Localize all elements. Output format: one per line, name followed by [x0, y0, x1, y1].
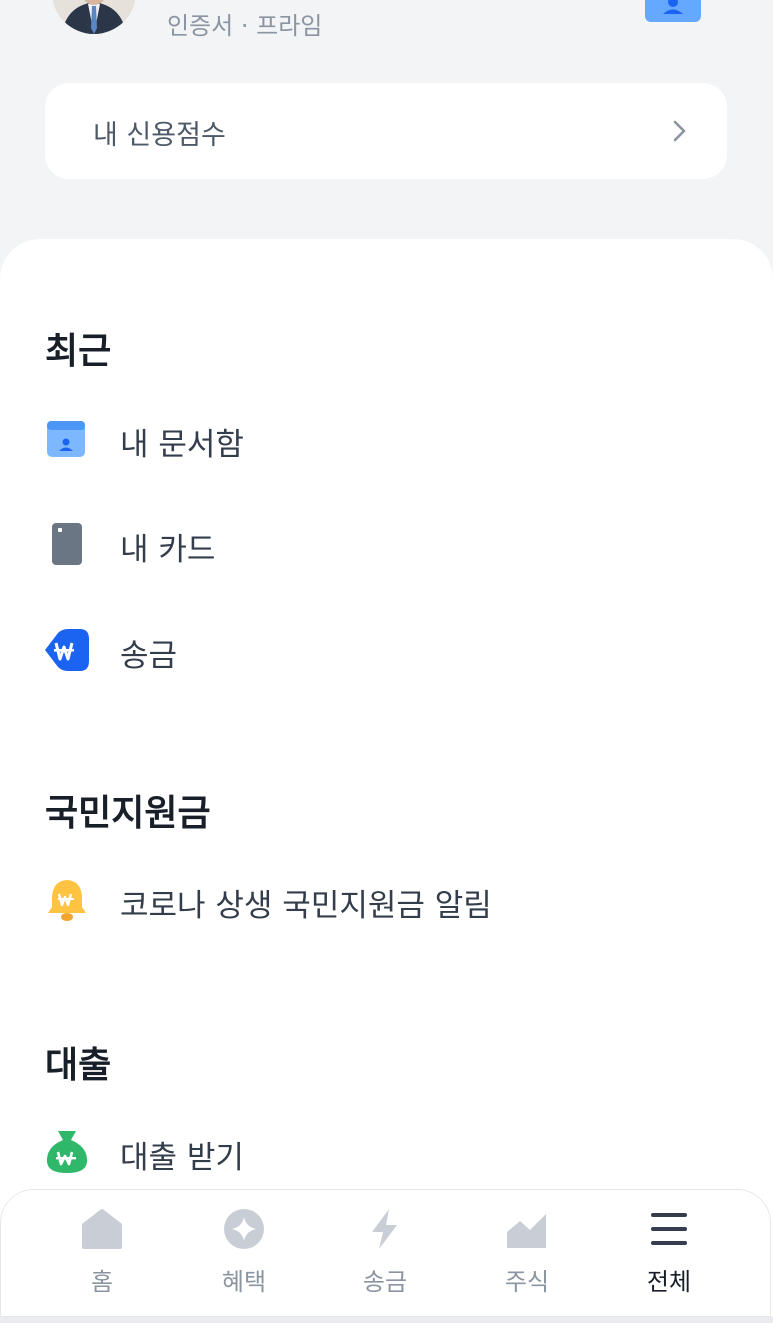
profile-header[interactable]: 인증서 · 프라임 [0, 0, 773, 60]
document-box-icon [47, 421, 85, 457]
avatar [52, 0, 136, 34]
section-title-recent: 최근 [45, 331, 112, 372]
tab-home[interactable]: 홈 [42, 1190, 162, 1310]
tab-stock[interactable]: 주식 [467, 1190, 587, 1310]
profile-subtitle: 인증서 · 프라임 [167, 12, 323, 40]
chevron-right-icon [673, 120, 686, 142]
benefit-icon [224, 1209, 264, 1249]
stock-icon [507, 1214, 546, 1248]
bell-won-icon [48, 880, 86, 921]
menu-item-label: 송금 [120, 638, 178, 674]
tab-label: 홈 [90, 1268, 114, 1296]
menu-item-label: 코로나 상생 국민지원금 알림 [120, 888, 492, 924]
tab-all[interactable]: 전체 [609, 1190, 729, 1310]
money-bag-icon [46, 1131, 88, 1173]
menu-sheet: 최근 내 문서함 내 카드 송금 국민지원금 코로나 상생 국민지원금 알림 대… [0, 239, 773, 1323]
tab-benefit[interactable]: 혜택 [184, 1190, 304, 1310]
menu-item-documents[interactable]: 내 문서함 [0, 398, 773, 478]
all-menu-screen: 인증서 · 프라임 내 신용점수 최근 내 문서함 내 카드 송금 국민지원금 … [0, 0, 773, 1323]
won-transfer-icon [45, 629, 89, 671]
menu-item-my-card[interactable]: 내 카드 [0, 503, 773, 583]
card-icon [52, 523, 82, 565]
menu-icon [651, 1213, 687, 1245]
credit-score-card[interactable]: 내 신용점수 [45, 83, 727, 179]
tab-label: 주식 [504, 1268, 550, 1296]
menu-item-transfer[interactable]: 송금 [0, 609, 773, 689]
home-icon [82, 1209, 122, 1249]
menu-item-label: 내 카드 [120, 532, 216, 568]
section-title-support: 국민지원금 [45, 793, 211, 834]
tab-transfer[interactable]: 송금 [325, 1190, 445, 1310]
menu-item-label: 내 문서함 [120, 427, 244, 463]
bottom-edge [0, 1317, 773, 1323]
bottom-tab-bar: 홈 혜택 송금 주식 전체 [0, 1189, 771, 1317]
credit-score-label: 내 신용점수 [93, 120, 226, 151]
section-title-loan: 대출 [45, 1045, 112, 1086]
tab-label: 전체 [646, 1268, 692, 1296]
tab-label: 송금 [362, 1268, 408, 1296]
menu-item-label: 대출 받기 [120, 1140, 244, 1176]
tab-label: 혜택 [221, 1268, 267, 1296]
menu-item-covid-support[interactable]: 코로나 상생 국민지원금 알림 [0, 859, 773, 939]
user-id-icon[interactable] [645, 0, 701, 22]
lightning-icon [372, 1209, 397, 1249]
menu-item-get-loan[interactable]: 대출 받기 [0, 1111, 773, 1191]
